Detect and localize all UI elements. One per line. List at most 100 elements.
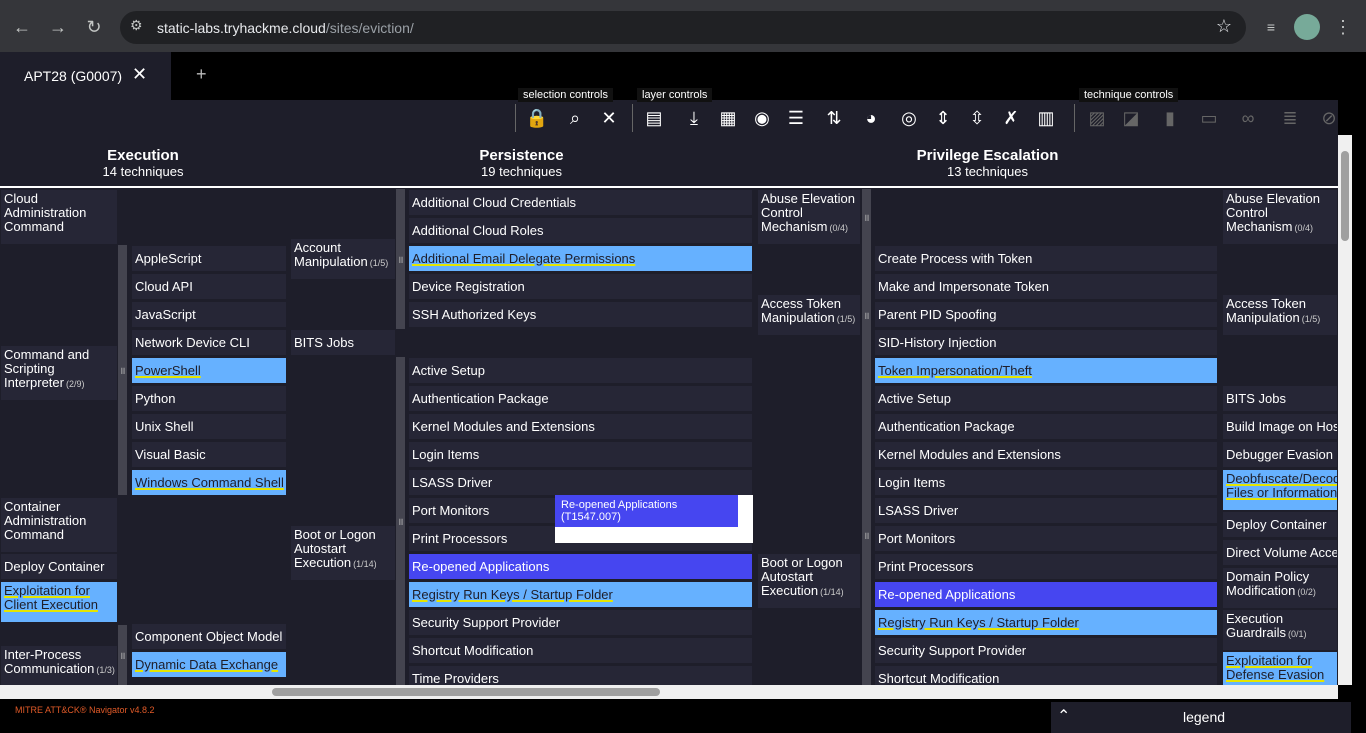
sort-icon[interactable]: ⇅ — [819, 104, 849, 132]
technique-cell[interactable]: Access Token Manipulation (1/5) — [1222, 294, 1338, 336]
deselect-icon[interactable]: ✕ — [594, 104, 624, 132]
layer-info-icon[interactable]: ▤ — [639, 104, 669, 132]
subtechnique-cell[interactable]: Parent PID Spoofing — [874, 301, 1218, 328]
vertical-scrollbar[interactable] — [1338, 135, 1352, 685]
subtechnique-toggle[interactable]: ॥ — [396, 189, 405, 329]
technique-cell[interactable]: Account Manipulation (1/5) — [290, 238, 396, 280]
matrix-layout-icon[interactable]: ▥ — [1031, 104, 1061, 132]
tactic-header-execution[interactable]: Execution 14 techniques — [0, 147, 286, 179]
subtechnique-cell[interactable]: Token Impersonation/Theft — [874, 357, 1218, 384]
fill-color-icon[interactable]: ◪ — [1116, 104, 1146, 132]
close-icon[interactable]: ✕ — [132, 64, 147, 85]
reload-icon[interactable]: ↻ — [81, 14, 107, 40]
subtechnique-cell[interactable]: Shortcut Modification — [874, 665, 1218, 685]
subtechnique-cell[interactable]: Print Processors — [874, 553, 1218, 580]
technique-cell[interactable]: Debugger Evasion — [1222, 441, 1338, 468]
subtechnique-cell[interactable]: Create Process with Token — [874, 245, 1218, 272]
subtechnique-cell[interactable]: SSH Authorized Keys — [408, 301, 753, 328]
subtechnique-cell[interactable]: Dynamic Data Exchange — [131, 651, 287, 678]
layer-tab[interactable]: APT28 (G0007) ✕ — [0, 52, 171, 100]
subtechnique-toggle[interactable]: ॥ — [118, 625, 127, 685]
technique-cell[interactable]: Deploy Container — [1222, 511, 1338, 538]
technique-cell[interactable]: Abuse Elevation Control Mechanism (0/4) — [757, 189, 861, 245]
subtechnique-cell[interactable]: Additional Email Delegate Permissions — [408, 245, 753, 272]
lock-icon[interactable]: 🔒 — [522, 104, 552, 132]
technique-cell[interactable]: Boot or Logon Autostart Execution (1/14) — [757, 553, 861, 609]
technique-cell[interactable]: Command and Scripting Interpreter (2/9) — [0, 345, 118, 401]
subtechnique-cell[interactable]: LSASS Driver — [408, 469, 753, 496]
technique-cell[interactable]: Direct Volume Access — [1222, 539, 1338, 566]
subtechnique-cell[interactable]: Component Object Model — [131, 623, 287, 650]
subtechnique-toggle[interactable]: ॥ — [118, 245, 127, 495]
technique-cell[interactable]: Exploitation for Defense Evasion — [1222, 651, 1338, 685]
subtechnique-toggle[interactable]: ॥ — [862, 245, 871, 385]
scoring-icon[interactable]: ▮ — [1155, 104, 1185, 132]
back-arrow-icon[interactable]: ← — [9, 14, 35, 40]
color-setup-icon[interactable]: ◕ — [856, 104, 886, 132]
technique-cell[interactable]: Boot or Logon Autostart Execution (1/14) — [290, 525, 396, 581]
media-queue-icon[interactable]: ≡ — [1258, 14, 1284, 40]
subtechnique-cell[interactable]: Authentication Package — [874, 413, 1218, 440]
subtechnique-cell[interactable]: Windows Command Shell — [131, 469, 287, 496]
subtechnique-cell[interactable]: Active Setup — [408, 357, 753, 384]
subtechnique-cell[interactable]: SID-History Injection — [874, 329, 1218, 356]
link-icon[interactable]: ∞ — [1233, 104, 1263, 132]
subtechnique-cell[interactable]: Unix Shell — [131, 413, 287, 440]
subtechnique-cell[interactable]: Authentication Package — [408, 385, 753, 412]
subtechnique-cell[interactable]: Device Registration — [408, 273, 753, 300]
subtechnique-cell[interactable]: Registry Run Keys / Startup Folder — [874, 609, 1218, 636]
camera-icon[interactable]: ◉ — [747, 104, 777, 132]
technique-cell[interactable]: Deploy Container — [0, 553, 118, 580]
technique-cell[interactable]: Execution Guardrails (0/1) — [1222, 609, 1338, 651]
subtechnique-cell[interactable]: PowerShell — [131, 357, 287, 384]
subtechnique-cell[interactable]: AppleScript — [131, 245, 287, 272]
scroll-thumb[interactable] — [272, 688, 660, 696]
subtechnique-cell[interactable]: Cloud API — [131, 273, 287, 300]
site-settings-icon[interactable]: ⚙ — [130, 17, 143, 34]
search-icon[interactable]: ⌕ — [560, 104, 590, 132]
technique-cell[interactable]: Container Administration Command — [0, 497, 118, 553]
subtechnique-toggle[interactable]: ॥ — [862, 189, 871, 245]
subtechnique-cell[interactable]: Kernel Modules and Extensions — [408, 413, 753, 440]
tactic-header-privilege-escalation[interactable]: Privilege Escalation 13 techniques — [757, 147, 1218, 179]
technique-cell[interactable]: Deobfuscate/Decode Files or Information — [1222, 469, 1338, 511]
subtechnique-cell[interactable]: LSASS Driver — [874, 497, 1218, 524]
subtechnique-cell[interactable]: Time Providers — [408, 665, 753, 685]
subtechnique-toggle[interactable]: ॥ — [862, 385, 871, 685]
technique-cell[interactable]: Access Token Manipulation (1/5) — [757, 294, 861, 336]
clear-annotations-icon[interactable]: ⊘ — [1314, 104, 1344, 132]
subtechnique-cell[interactable]: Python — [131, 385, 287, 412]
disable-technique-icon[interactable]: ▨ — [1082, 104, 1112, 132]
horizontal-scrollbar[interactable] — [0, 685, 1338, 699]
tactic-header-persistence[interactable]: Persistence 19 techniques — [290, 147, 753, 179]
technique-cell[interactable]: Build Image on Host — [1222, 413, 1338, 440]
technique-cell[interactable]: Abuse Elevation Control Mechanism (0/4) — [1222, 189, 1338, 245]
legend-toggle[interactable]: ⌃ legend — [1051, 702, 1351, 733]
subtechnique-cell[interactable]: Network Device CLI — [131, 329, 287, 356]
technique-cell[interactable]: Domain Policy Modification (0/2) — [1222, 567, 1338, 609]
subtechnique-cell[interactable]: Visual Basic — [131, 441, 287, 468]
forward-arrow-icon[interactable]: → — [45, 14, 71, 40]
collapse-all-icon[interactable]: ✗ — [996, 104, 1026, 132]
export-excel-icon[interactable]: ▦ — [713, 104, 743, 132]
filter-icon[interactable]: ☰ — [781, 104, 811, 132]
subtechnique-cell[interactable]: Additional Cloud Credentials — [408, 189, 753, 216]
menu-kebab-icon[interactable]: ⋮ — [1330, 14, 1356, 40]
technique-cell[interactable]: BITS Jobs — [1222, 385, 1338, 412]
bookmark-star-icon[interactable]: ☆ — [1216, 16, 1232, 37]
scroll-thumb[interactable] — [1341, 151, 1349, 241]
technique-cell[interactable]: Exploitation for Client Execution — [0, 581, 118, 623]
show-hide-icon[interactable]: ◎ — [894, 104, 924, 132]
subtechnique-cell[interactable]: Port Monitors — [874, 525, 1218, 552]
subtechnique-toggle[interactable]: ॥ — [396, 357, 405, 685]
download-icon[interactable]: ⤓ — [679, 104, 709, 132]
subtechnique-cell[interactable]: Login Items — [874, 469, 1218, 496]
subtechnique-cell[interactable]: Registry Run Keys / Startup Folder — [408, 581, 753, 608]
subtechnique-cell[interactable]: Login Items — [408, 441, 753, 468]
subtechnique-cell[interactable]: Security Support Provider — [874, 637, 1218, 664]
subtechnique-cell[interactable]: Make and Impersonate Token — [874, 273, 1218, 300]
subtechnique-cell[interactable]: Re-opened Applications — [874, 581, 1218, 608]
subtechnique-cell[interactable]: JavaScript — [131, 301, 287, 328]
address-bar[interactable]: ⚙ static-labs.tryhackme.cloud/sites/evic… — [120, 11, 1246, 44]
expand-subtechniques-icon[interactable]: ⇕ — [928, 104, 958, 132]
